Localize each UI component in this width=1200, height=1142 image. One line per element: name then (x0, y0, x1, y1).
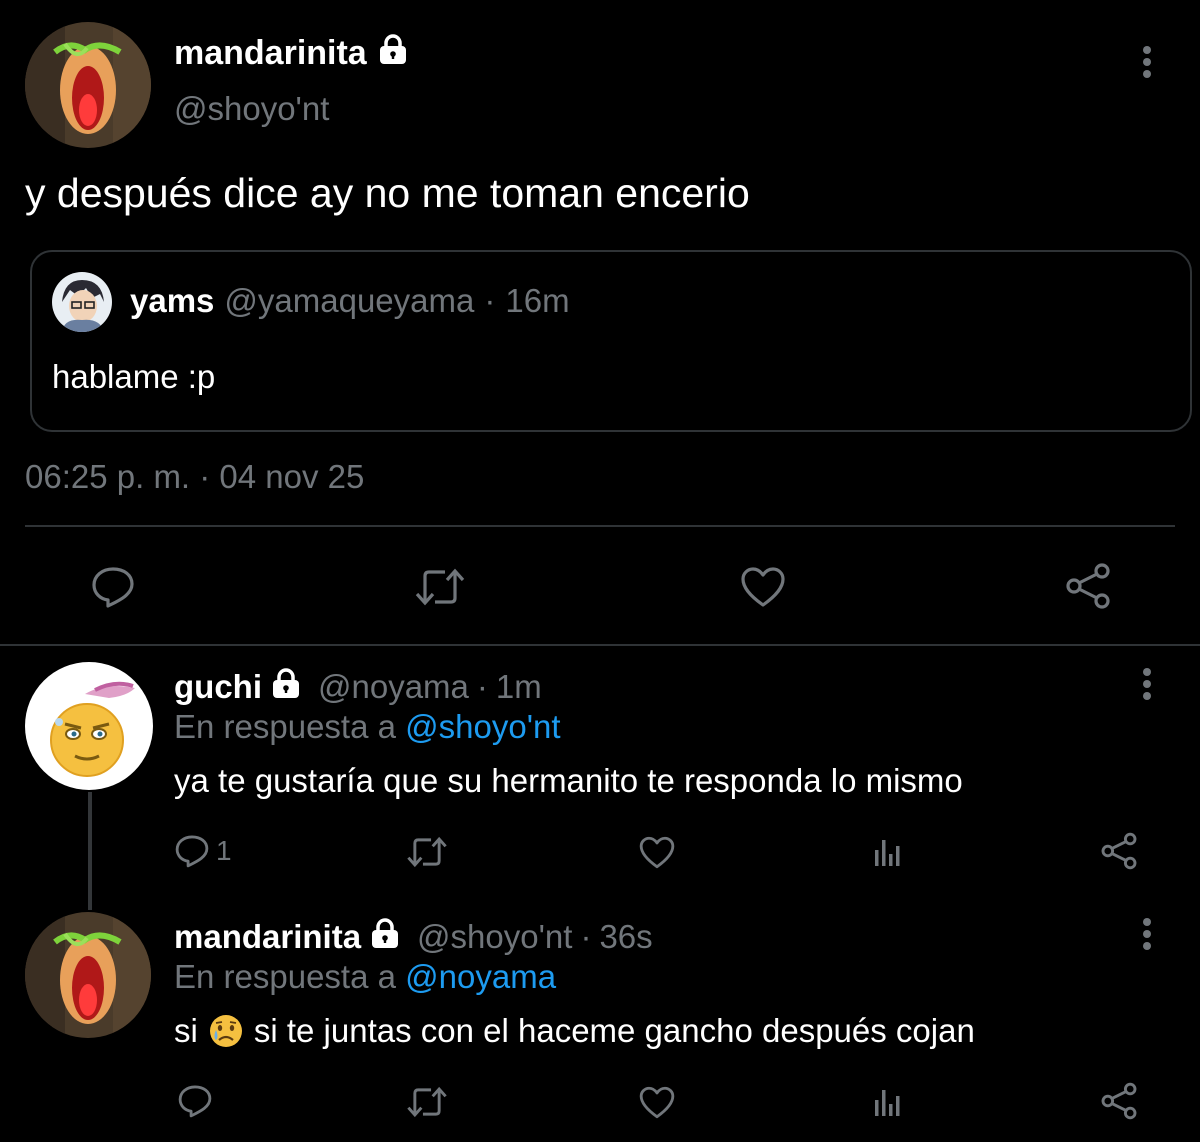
more-vertical-icon (1143, 668, 1151, 700)
quoted-header: yams @yamaqueyama · 16m (130, 282, 570, 320)
retweet-button[interactable] (412, 562, 468, 612)
lock-icon (270, 668, 302, 706)
share-icon (1101, 1082, 1137, 1120)
reply-icon (175, 835, 209, 868)
analytics-icon (875, 1090, 900, 1116)
share-button[interactable] (1062, 560, 1114, 612)
reply-header: mandarinita @shoyo'nt · 36s (174, 918, 653, 956)
share-button[interactable] (1098, 1080, 1140, 1122)
separator: · (580, 918, 592, 955)
reply-count: 1 (216, 835, 232, 866)
reply-prefix: En respuesta a (174, 958, 396, 995)
separator: · (484, 282, 496, 319)
quoted-time: 16m (505, 282, 570, 319)
mention-link[interactable]: @noyama (405, 958, 556, 995)
like-icon (639, 1086, 675, 1118)
reply-icon (178, 1085, 212, 1118)
quoted-author-name: yams (130, 282, 215, 319)
reply-button[interactable]: 1 (174, 830, 232, 872)
separator: · (476, 668, 488, 705)
like-button[interactable] (737, 562, 789, 612)
author-name[interactable]: guchi (174, 668, 262, 706)
reply-text-after: si te juntas con el haceme gancho despué… (253, 1012, 975, 1049)
analytics-button[interactable] (870, 832, 906, 872)
tweet-timestamp[interactable]: 06:25 p. m. · 04 nov 25 (25, 458, 364, 496)
like-icon (741, 567, 785, 607)
more-options-button[interactable] (1127, 914, 1167, 954)
mention-link[interactable]: @shoyo'nt (405, 708, 560, 745)
quoted-text: hablame :p (52, 358, 216, 395)
author-handle[interactable]: @shoyo'nt (417, 918, 572, 956)
reply-text-before: si (174, 1012, 198, 1049)
retweet-button[interactable] (404, 1082, 450, 1122)
share-icon (1066, 563, 1110, 609)
reply-text: ya te gustaría que su hermanito te respo… (174, 762, 963, 800)
reply-text: si si te juntas con el haceme gancho des… (174, 1012, 975, 1050)
author-handle[interactable]: @noyama (318, 668, 469, 706)
author-name-label: mandarinita (174, 34, 367, 72)
avatar[interactable] (25, 22, 151, 148)
lock-icon (369, 918, 401, 956)
retweet-icon (407, 836, 447, 868)
author-name[interactable]: mandarinita (174, 34, 409, 73)
more-options-button[interactable] (1127, 664, 1167, 704)
reply-time[interactable]: 36s (599, 918, 652, 956)
retweet-button[interactable] (404, 832, 450, 872)
quoted-avatar (52, 272, 112, 332)
reply-prefix: En respuesta a (174, 708, 396, 745)
quoted-author-handle: @yamaqueyama (224, 282, 475, 319)
analytics-button[interactable] (870, 1082, 906, 1122)
more-options-button[interactable] (1127, 42, 1167, 82)
author-name[interactable]: mandarinita (174, 918, 361, 956)
reply-time[interactable]: 1m (496, 668, 542, 706)
reply-button[interactable] (88, 562, 138, 612)
tweet-text: y después dice ay no me toman encerio (25, 170, 750, 216)
retweet-icon (407, 1086, 447, 1118)
author-handle[interactable]: @shoyo'nt (174, 90, 329, 128)
reply-context: En respuesta a @shoyo'nt (174, 708, 561, 746)
lock-icon (377, 34, 409, 73)
more-vertical-icon (1143, 46, 1151, 78)
like-button[interactable] (636, 832, 678, 872)
like-button[interactable] (636, 1082, 678, 1122)
reply-header: guchi @noyama · 1m (174, 668, 542, 706)
reply-icon (92, 567, 134, 608)
share-icon (1101, 832, 1137, 870)
section-divider (0, 644, 1200, 646)
reply-text-content: ya te gustaría que su hermanito te respo… (174, 762, 963, 799)
quoted-tweet-card[interactable] (30, 250, 1192, 432)
reply-button[interactable] (174, 1080, 216, 1122)
divider (25, 525, 1175, 527)
like-icon (639, 836, 675, 868)
avatar[interactable] (25, 912, 151, 1038)
reply-context: En respuesta a @noyama (174, 958, 556, 996)
analytics-icon (875, 840, 900, 866)
thread-line (88, 792, 92, 910)
avatar[interactable] (25, 662, 153, 790)
retweet-icon (415, 568, 465, 606)
share-button[interactable] (1098, 830, 1140, 872)
more-vertical-icon (1143, 918, 1151, 950)
sad-emoji (208, 1013, 244, 1049)
